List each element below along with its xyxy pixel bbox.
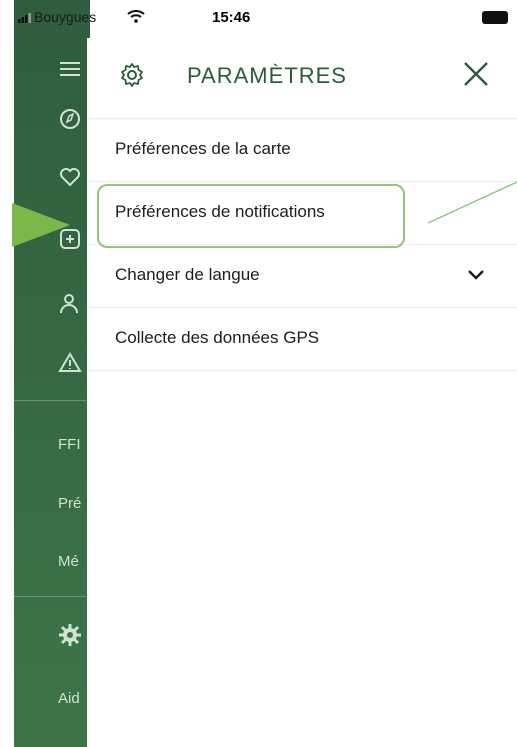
- sidebar-item-pre[interactable]: Pré: [58, 495, 81, 512]
- menu-item-gps-data-collection[interactable]: Collecte des données GPS: [87, 308, 517, 371]
- signal-icon: [18, 13, 31, 23]
- sidebar-divider: [14, 400, 90, 401]
- settings-panel: PARAMÈTRES Préférences de la carte Préfé…: [87, 38, 517, 747]
- sidebar-divider: [14, 596, 90, 597]
- page-title: PARAMÈTRES: [187, 63, 347, 88]
- gear-icon[interactable]: [57, 622, 83, 648]
- heart-icon[interactable]: [57, 164, 83, 190]
- menu-item-label: Changer de langue: [115, 265, 260, 284]
- menu-item-label: Collecte des données GPS: [115, 328, 320, 347]
- sidebar-item-me[interactable]: Mé: [58, 553, 79, 570]
- sidebar-item-ffi[interactable]: FFI: [58, 436, 81, 453]
- panel-header: PARAMÈTRES: [87, 38, 517, 119]
- sidebar-item-aide[interactable]: Aid: [58, 690, 80, 707]
- users-icon[interactable]: [57, 290, 83, 316]
- settings-gear-icon: [121, 63, 143, 87]
- menu-icon[interactable]: [57, 56, 83, 82]
- battery-icon: [482, 11, 508, 24]
- warning-icon[interactable]: [57, 350, 83, 376]
- menu-item-change-language[interactable]: Changer de langue: [87, 245, 517, 308]
- close-icon[interactable]: [462, 60, 490, 88]
- carrier-name: Bouygues: [34, 9, 97, 25]
- chevron-down-icon[interactable]: [467, 269, 485, 281]
- tutorial-arrow-icon: [12, 203, 70, 247]
- tutorial-overlay-edge: [0, 0, 14, 747]
- menu-item-label: Préférences de la carte: [115, 139, 291, 158]
- compass-icon[interactable]: [57, 106, 83, 132]
- wifi-icon: [127, 10, 145, 23]
- status-bar: Bouygues 15:46: [0, 0, 517, 38]
- status-time: 15:46: [212, 9, 251, 26]
- background-drawer: FFI Pré Mé Aid: [0, 0, 90, 747]
- tutorial-highlight-box: [97, 184, 405, 248]
- menu-item-map-preferences[interactable]: Préférences de la carte: [87, 119, 517, 182]
